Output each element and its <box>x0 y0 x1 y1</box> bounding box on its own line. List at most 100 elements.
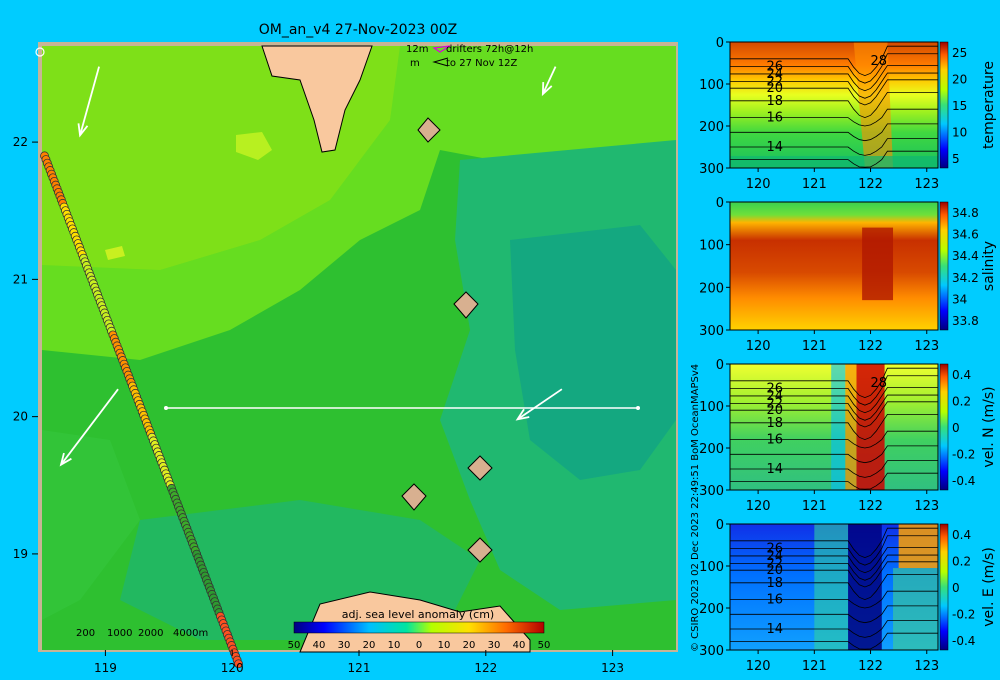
contour-label: 18 <box>767 576 784 591</box>
section-ytick-label: 100 <box>699 400 724 415</box>
sla-tick-label: 30 <box>338 640 351 651</box>
contour-label: 28 <box>871 376 888 391</box>
colorbar-tick-label: 34.2 <box>952 271 979 285</box>
contour-label: 14 <box>767 140 784 155</box>
salinity-section-panel: 120 121 122 123 0 100 200 300 33.8 34 34.2 34.4 34.6… <box>699 196 997 354</box>
contour-label: 28 <box>871 54 888 69</box>
section-line-end <box>636 406 640 410</box>
contour-label: 16 <box>767 433 784 448</box>
contour-label: 16 <box>767 111 784 126</box>
map-xtick-label: 121 <box>348 661 371 675</box>
sla-tick-label: 10 <box>438 640 451 651</box>
section-ytick-label: 300 <box>699 484 724 499</box>
sla-tick-label: 20 <box>463 640 476 651</box>
sla-tick-label: 10 <box>388 640 401 651</box>
colorbar-label: temperature <box>981 61 997 149</box>
section-ytick-label: 300 <box>699 644 724 659</box>
temperature-section-colorbar <box>939 41 949 169</box>
colorbar-label: vel. N (m/s) <box>981 386 997 467</box>
map-ytick-label: 21 <box>13 272 28 286</box>
contour-label: 14 <box>767 462 784 477</box>
section-ytick-label: 300 <box>699 162 724 177</box>
section-xtick-label: 122 <box>858 177 883 192</box>
section-xtick-label: 121 <box>802 339 827 354</box>
map-ytick-label: 20 <box>13 410 28 424</box>
section-ytick-label: 0 <box>716 358 724 373</box>
temperature-section-panel: 2624222018161428120 121 122 123010020030051… <box>699 36 997 192</box>
bathy-legend-label: 4000m <box>173 628 208 639</box>
legend-depth-label-2: m <box>410 58 420 69</box>
map-xtick-label: 120 <box>221 661 244 675</box>
salinity-section-colorbar <box>939 201 949 331</box>
section-ytick-label: 0 <box>716 196 724 211</box>
colorbar-tick-label: -0.2 <box>952 608 975 622</box>
sla-tick-label: 50 <box>288 640 301 651</box>
sla-region-teal-core <box>510 225 676 480</box>
section-xtick-label: 120 <box>746 339 771 354</box>
map-panel <box>35 42 678 669</box>
section-ytick-label: 0 <box>716 518 724 533</box>
legend-drifters: drifters 72h@12h <box>446 44 533 55</box>
colorbar-tick-label: -0.4 <box>952 634 975 648</box>
colorbar-tick-label: 5 <box>952 152 960 166</box>
colorbar-tick-label: 34.8 <box>952 206 979 220</box>
map-ytick-label: 19 <box>13 547 28 561</box>
map-title: OM_an_v4 27-Nov-2023 00Z <box>259 22 458 38</box>
section-ytick-label: 300 <box>699 324 724 339</box>
ocean-forecast-figure: OM_an_v4 27-Nov-2023 00Z 12m m drifters … <box>13 22 997 675</box>
vel-e-section-colorbar <box>939 523 949 651</box>
colorbar-tick-label: 25 <box>952 46 967 60</box>
section-ytick-label: 100 <box>699 78 724 93</box>
temperature-section-field <box>730 42 938 168</box>
bathy-legend-label: 1000 <box>107 628 132 639</box>
section-ytick-label: 200 <box>699 442 724 457</box>
contour-label: 14 <box>767 622 784 637</box>
sal-max-core <box>862 227 894 301</box>
vel-n-section-colorbar <box>939 363 949 491</box>
section-ytick-label: 200 <box>699 120 724 135</box>
colorbar-label: vel. E (m/s) <box>981 547 997 627</box>
section-line-start <box>164 406 168 410</box>
colorbar-tick-label: 0 <box>952 581 960 595</box>
section-ytick-label: 0 <box>716 36 724 51</box>
colorbar-tick-label: 34.6 <box>952 228 979 242</box>
section-xtick-label: 122 <box>858 499 883 514</box>
bathy-legend-label: 2000 <box>138 628 163 639</box>
salinity-section-field <box>730 202 938 330</box>
legend-depth-label: 12m <box>406 44 428 55</box>
sla-colorbar <box>293 621 545 634</box>
vn-southward-band <box>831 364 846 490</box>
section-xtick-label: 123 <box>914 177 939 192</box>
map-xtick-label: 119 <box>94 661 117 675</box>
section-ytick-label: 200 <box>699 281 724 296</box>
contour-label: 16 <box>767 593 784 608</box>
sla-colorbar-label: adj. sea level anomaly (cm) <box>342 608 494 621</box>
section-xtick-label: 120 <box>746 659 771 674</box>
section-panels: 2624222018161428120 121 122 123010020030051… <box>699 36 997 674</box>
vel-n-section-panel: 2624222018161428120 121 122 1230100200300-0… <box>699 358 997 514</box>
colorbar-tick-label: 15 <box>952 99 967 113</box>
section-xtick-label: 123 <box>914 339 939 354</box>
colorbar-tick-label: 0.2 <box>952 395 971 409</box>
credit-text: © CSIRO 2023 02 Dec 2023 22:49:51 BoM Oc… <box>690 364 701 652</box>
section-ytick-label: 100 <box>699 560 724 575</box>
section-xtick-label: 120 <box>746 177 771 192</box>
map-xtick-label: 123 <box>601 661 624 675</box>
sla-tick-label: 20 <box>363 640 376 651</box>
colorbar-tick-label: 0 <box>952 421 960 435</box>
sla-tick-label: 50 <box>538 640 551 651</box>
sla-tick-label: 0 <box>416 640 422 651</box>
colorbar-tick-label: -0.2 <box>952 448 975 462</box>
section-ytick-label: 200 <box>699 602 724 617</box>
section-xtick-label: 122 <box>858 659 883 674</box>
section-xtick-label: 123 <box>914 659 939 674</box>
colorbar-tick-label: 0.4 <box>952 528 971 542</box>
colorbar-tick-label: 34 <box>952 292 967 306</box>
colorbar-tick-label: -0.4 <box>952 474 975 488</box>
ve-east-band <box>893 568 938 650</box>
sla-tick-label: 40 <box>313 640 326 651</box>
section-xtick-label: 120 <box>746 499 771 514</box>
section-ytick-label: 100 <box>699 239 724 254</box>
section-xtick-label: 121 <box>802 659 827 674</box>
colorbar-tick-label: 20 <box>952 73 967 87</box>
